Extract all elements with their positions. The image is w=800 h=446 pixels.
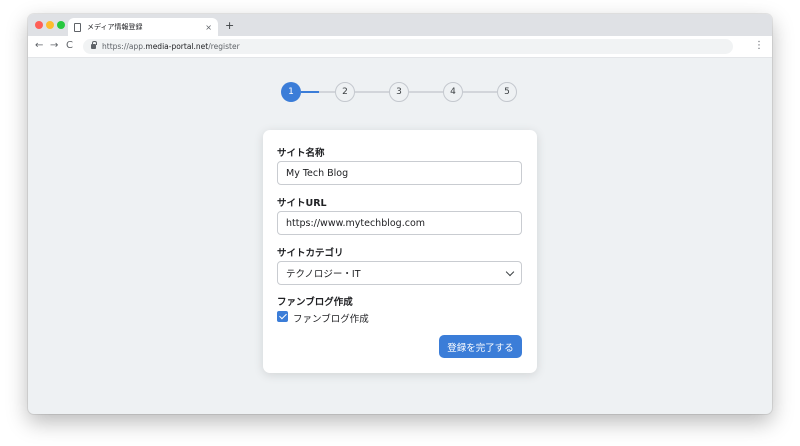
page-content: 1 2 3 4 5 サイト名称 My Tech Blog サイトURL http… [28, 58, 772, 414]
chevron-down-icon [505, 267, 515, 277]
step-connector [409, 91, 443, 93]
step-5: 5 [497, 82, 517, 102]
site-category-label: サイトカテゴリ [277, 248, 344, 259]
registration-form-card: サイト名称 My Tech Blog サイトURL https://www.my… [263, 130, 537, 373]
site-category-value: テクノロジー・IT [286, 269, 361, 280]
step-connector [301, 91, 319, 93]
step-connector [463, 91, 497, 93]
maximize-window-button[interactable] [57, 21, 65, 29]
progress-stepper: 1 2 3 4 5 [281, 82, 517, 102]
site-category-select[interactable]: テクノロジー・IT [277, 261, 522, 285]
fan-blog-checkbox-label[interactable]: ファンブログ作成 [293, 311, 369, 325]
site-url-label: サイトURL [277, 198, 327, 209]
step-connector [319, 91, 335, 93]
browser-tab[interactable]: メディア情報登録 × [68, 18, 218, 36]
close-window-button[interactable] [35, 21, 43, 29]
url-path: /register [208, 42, 240, 51]
step-2: 2 [335, 82, 355, 102]
url-host: media-portal.net [145, 42, 209, 51]
lock-icon [91, 41, 97, 49]
fan-blog-checkbox[interactable] [277, 311, 288, 322]
site-url-input[interactable]: https://www.mytechblog.com [277, 211, 522, 235]
step-3: 3 [389, 82, 409, 102]
step-1: 1 [281, 82, 301, 102]
tab-bar: メディア情報登録 × + [28, 14, 772, 36]
tab-close-icon[interactable]: × [205, 23, 212, 32]
tab-title: メディア情報登録 [87, 23, 143, 31]
browser-toolbar: ← → C https://app. media-portal.net/regis… [28, 36, 772, 58]
forward-icon[interactable]: → [50, 40, 58, 51]
complete-registration-button[interactable]: 登録を完了する [439, 335, 522, 358]
site-name-input[interactable]: My Tech Blog [277, 161, 522, 185]
step-4: 4 [443, 82, 463, 102]
address-bar[interactable]: https://app. media-portal.net/register [83, 39, 733, 54]
site-name-label: サイト名称 [277, 148, 325, 159]
fan-blog-label: ファンブログ作成 [277, 297, 353, 308]
reload-icon[interactable]: C [66, 40, 73, 51]
step-connector [355, 91, 389, 93]
url-prefix: https://app. [102, 42, 146, 51]
browser-menu-icon[interactable]: ⋮ [754, 40, 764, 51]
back-icon[interactable]: ← [35, 40, 43, 51]
document-icon [74, 22, 81, 32]
new-tab-button[interactable]: + [225, 19, 234, 32]
minimize-window-button[interactable] [46, 21, 54, 29]
browser-window: メディア情報登録 × + ← → C https://app. media-por… [28, 14, 772, 414]
